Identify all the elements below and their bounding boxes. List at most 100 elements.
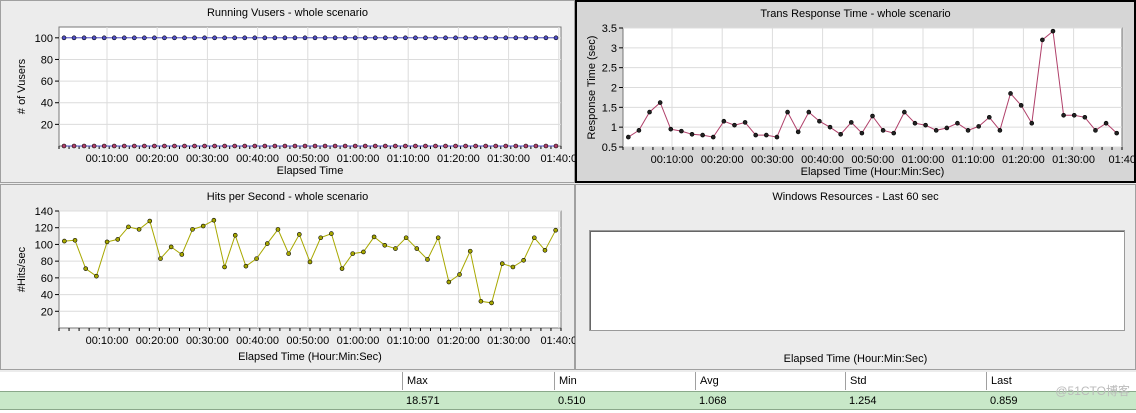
data-point — [212, 143, 217, 149]
x-tick-label: 00:40:00 — [801, 154, 844, 166]
data-point — [806, 109, 812, 115]
x-tick-label: 01:20:00 — [437, 335, 480, 347]
x-tick-label: 00:10:00 — [86, 335, 129, 347]
data-point — [371, 234, 377, 240]
data-point — [553, 227, 558, 233]
data-point — [61, 35, 67, 41]
data-point — [232, 35, 237, 41]
data-point — [200, 223, 206, 229]
x-tick-label: 00:50:00 — [851, 154, 894, 166]
data-point — [222, 35, 227, 41]
data-point — [242, 143, 248, 149]
data-point — [976, 124, 981, 129]
x-tick-label: 01:40: — [1109, 154, 1136, 166]
x-tick-label: 00:50:00 — [286, 335, 329, 347]
data-point — [312, 143, 318, 149]
trans-response-chart: 0.5 1 1.5 2 2.5 3 3.5 00:10:00 00:20:00 00:30:00 0… — [586, 23, 1136, 178]
data-point — [61, 143, 67, 149]
data-point — [997, 128, 1003, 133]
data-point — [243, 263, 249, 269]
hits-per-second-panel[interactable]: Hits per Second - whole scenario 20 40 60 8… — [0, 184, 577, 370]
data-point — [286, 251, 291, 256]
x-tick-label: 01:10:00 — [387, 335, 430, 347]
windows-resources-plot-area — [589, 230, 1125, 331]
data-point — [242, 35, 248, 41]
data-point — [531, 235, 537, 241]
x-tick-label: 00:30:00 — [186, 153, 229, 165]
data-point — [870, 113, 875, 119]
data-point — [483, 143, 489, 149]
y-tick-label: 20 — [41, 306, 53, 318]
data-point — [282, 35, 288, 41]
x-tick-label: 00:10:00 — [86, 153, 129, 165]
data-point — [457, 272, 462, 277]
y-tick-label: 2.5 — [602, 63, 617, 75]
y-tick-label: 80 — [41, 256, 53, 268]
x-tick-label: 00:20:00 — [701, 154, 744, 166]
data-point — [827, 124, 833, 130]
data-point — [72, 237, 78, 243]
data-point — [478, 298, 484, 304]
x-tick-label: 00:10:00 — [651, 154, 694, 166]
data-point — [1018, 103, 1024, 108]
data-point — [533, 35, 539, 41]
data-point — [891, 130, 897, 136]
data-point — [513, 143, 519, 149]
data-point — [859, 130, 865, 136]
data-point — [710, 134, 716, 140]
stats-row[interactable]: 18.571 0.510 1.068 1.254 0.859 — [0, 391, 1136, 410]
y-tick-label: 40 — [41, 98, 53, 110]
data-point — [433, 35, 438, 41]
data-point — [753, 132, 759, 138]
data-point — [81, 143, 87, 149]
y-tick-label: 100 — [35, 239, 53, 251]
data-point — [211, 217, 217, 223]
data-point — [158, 256, 163, 261]
data-point — [467, 248, 473, 254]
data-point — [342, 35, 348, 41]
stats-header-max: Max — [402, 372, 554, 390]
data-point — [817, 118, 822, 124]
data-point — [152, 35, 157, 41]
x-tick-label: 01:10:00 — [387, 153, 430, 165]
y-tick-label: 100 — [35, 33, 53, 45]
trans-response-time-panel[interactable]: Trans Response Time - whole scenario 0.5… — [575, 0, 1136, 183]
data-point — [372, 143, 378, 149]
y-tick-label: 80 — [41, 54, 53, 66]
y-axis-label: # of Vusers — [16, 58, 28, 114]
data-point — [111, 143, 117, 149]
data-point — [902, 109, 907, 115]
hits-per-second-chart: 20 40 60 80 100 120 140 00:10:00 00:20:00 00:30:0… — [16, 206, 577, 363]
data-point — [923, 122, 928, 128]
data-point — [83, 266, 89, 271]
data-point — [912, 120, 918, 126]
windows-resources-xlabel: Elapsed Time (Hour:Min:Sec) — [783, 353, 928, 365]
data-point — [101, 143, 107, 149]
data-point — [342, 143, 348, 149]
x-tick-label: 01:00:00 — [902, 154, 945, 166]
stats-value-min: 0.510 — [558, 395, 586, 407]
data-point — [71, 35, 77, 41]
plot-area — [58, 26, 562, 147]
windows-resources-panel[interactable]: Windows Resources - Last 60 sec Elapsed … — [575, 184, 1136, 370]
data-point — [785, 109, 790, 115]
data-point — [115, 237, 121, 242]
data-point — [147, 218, 153, 224]
data-point — [483, 35, 489, 41]
data-point — [312, 35, 318, 41]
data-point — [352, 35, 358, 41]
x-axis-label: Elapsed Time — [277, 165, 344, 177]
data-point — [403, 143, 408, 149]
x-tick-label: 01:20:00 — [437, 153, 480, 165]
y-axis-label: #Hits/sec — [16, 246, 28, 292]
x-tick-label: 01:00:00 — [337, 153, 380, 165]
data-point — [393, 35, 398, 41]
data-point — [262, 143, 268, 149]
running-vusers-panel[interactable]: Running Vusers - whole scenario 20 40 60 80… — [0, 0, 577, 183]
y-tick-label: 1.5 — [602, 102, 617, 114]
data-point — [795, 129, 801, 135]
data-point — [362, 143, 368, 149]
x-tick-label: 00:20:00 — [136, 153, 179, 165]
data-point — [94, 273, 99, 279]
y-tick-label: 40 — [41, 290, 53, 302]
